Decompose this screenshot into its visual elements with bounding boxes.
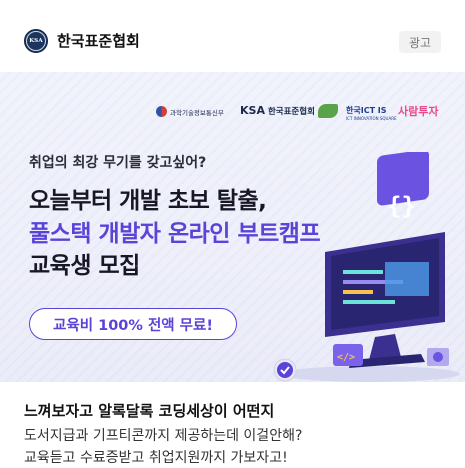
- ad-badge: 광고: [399, 31, 441, 53]
- leaf-logo-icon: [318, 104, 338, 118]
- gear-icon: [427, 348, 449, 366]
- banner-tagline: 취업의 최강 무기를 갖고싶어?: [29, 155, 207, 171]
- ict-logo-main: 한국ICT IS: [346, 106, 387, 115]
- avatar-text: KSA: [29, 38, 43, 44]
- ad-headline[interactable]: 느껴보자고 알록달록 코딩세상이 어떤지: [24, 400, 274, 421]
- ad-header: KSA 한국표준협회 광고: [0, 0, 465, 72]
- free-tuition-pill: 교육비 100% 전액 무료!: [29, 308, 237, 340]
- ad-description-line2: 교육듣고 수료증받고 취업지원까지 가보자고!: [24, 450, 288, 466]
- ad-description-line1: 도서지급과 기프티콘까지 제공하는데 이걸안해?: [24, 428, 303, 444]
- publisher-name[interactable]: 한국표준협회: [57, 30, 140, 51]
- coding-illustration: {} </>: [273, 152, 460, 382]
- ksa-logo-main: KSA: [240, 104, 265, 117]
- ksa-logo-sub: 한국표준협회: [267, 106, 315, 117]
- check-bubble-icon: [273, 358, 297, 382]
- svg-text:</>: </>: [337, 352, 355, 363]
- ict-logo: 한국ICT IS ICT INNOVATION SQUARE: [346, 105, 397, 121]
- html-tag-icon: </>: [333, 344, 363, 366]
- people-invest-logo: 사람투자: [398, 105, 439, 118]
- floor-shadow: [280, 366, 460, 382]
- ad-banner-image[interactable]: 과학기술정보통신부 KSA 한국표준협회 한국ICT IS ICT INNOVA…: [0, 72, 465, 382]
- banner-title-line3: 교육생 모집: [29, 253, 140, 279]
- msit-logo: 과학기술정보통신부: [156, 106, 224, 117]
- sponsor-logos: 과학기술정보통신부 KSA 한국표준협회 한국ICT IS ICT INNOVA…: [0, 102, 465, 122]
- avatar-ring: KSA: [26, 31, 46, 51]
- banner-title-line1: 오늘부터 개발 초보 탈출,: [29, 188, 267, 214]
- ksa-logo: KSA 한국표준협회: [240, 104, 315, 117]
- msit-logo-text: 과학기술정보통신부: [170, 108, 224, 117]
- taegeuk-icon: [156, 106, 167, 117]
- code-braces-icon: {}: [377, 152, 429, 220]
- ad-card[interactable]: KSA 한국표준협회 광고 과학기술정보통신부 KSA 한국표준협회 한국ICT…: [0, 0, 465, 468]
- publisher-avatar[interactable]: KSA: [24, 29, 48, 53]
- ict-logo-sub: ICT INNOVATION SQUARE: [346, 116, 397, 121]
- svg-text:{}: {}: [387, 192, 416, 220]
